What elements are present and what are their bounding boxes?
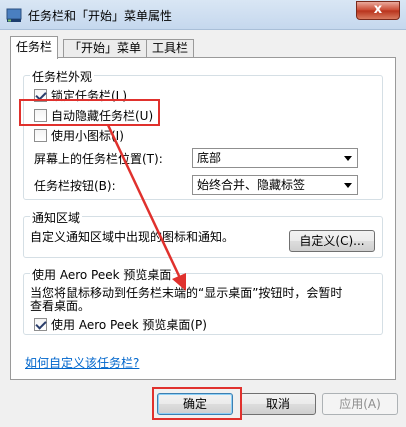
ok-highlight-box [152, 387, 242, 420]
notification-group: 通知区域 自定义通知区域中出现的图标和通知。 自定义(C)... [23, 209, 383, 258]
small-icons-label: 使用小图标(I) [51, 129, 124, 143]
position-label: 屏幕上的任务栏位置(T): [34, 152, 163, 166]
notification-group-title: 通知区域 [30, 209, 83, 226]
title-bar[interactable]: 任务栏和「开始」菜单属性 x [0, 0, 406, 30]
small-icons-row[interactable]: 使用小图标(I) [34, 127, 124, 144]
cancel-button[interactable]: 取消 [240, 393, 316, 415]
autohide-highlight-box [19, 99, 160, 126]
close-button[interactable]: x [356, 1, 400, 20]
aero-peek-checkbox[interactable] [34, 318, 47, 331]
aero-peek-group: 使用 Aero Peek 预览桌面 当您将鼠标移动到任务栏末端的“显示桌面”按钮… [23, 266, 383, 335]
aero-peek-desc-line2: 查看桌面。 [30, 299, 91, 313]
tab-toolbars[interactable]: 工具栏 [146, 39, 195, 58]
small-icons-checkbox[interactable] [34, 129, 47, 142]
notification-desc: 自定义通知区域中出现的图标和通知。 [30, 230, 235, 244]
aero-peek-group-title: 使用 Aero Peek 预览桌面 [30, 266, 174, 283]
buttons-value: 始终合并、隐藏标签 [197, 178, 306, 192]
aero-peek-label: 使用 Aero Peek 预览桌面(P) [51, 318, 207, 332]
position-select[interactable]: 底部 [192, 148, 358, 168]
apply-button[interactable]: 应用(A) [322, 393, 398, 415]
appearance-group: 任务栏外观 锁定任务栏(L) 自动隐藏任务栏(U) 使用小图标(I) 屏幕上的任… [23, 68, 383, 200]
customize-button[interactable]: 自定义(C)... [289, 230, 375, 252]
help-link[interactable]: 如何自定义该任务栏? [25, 354, 139, 371]
position-value: 底部 [197, 151, 222, 165]
taskbar-properties-icon [6, 8, 22, 22]
appearance-group-title: 任务栏外观 [30, 68, 95, 85]
chevron-down-icon [344, 183, 352, 188]
tab-start-menu[interactable]: 「开始」菜单 [63, 39, 148, 58]
buttons-select[interactable]: 始终合并、隐藏标签 [192, 175, 358, 195]
chevron-down-icon [344, 156, 352, 161]
tab-strip: 任务栏 「开始」菜单 工具栏 [10, 36, 400, 59]
buttons-label: 任务栏按钮(B): [34, 179, 116, 193]
window-title: 任务栏和「开始」菜单属性 [28, 9, 173, 23]
tab-taskbar[interactable]: 任务栏 [10, 36, 59, 59]
aero-peek-row[interactable]: 使用 Aero Peek 预览桌面(P) [34, 316, 207, 333]
